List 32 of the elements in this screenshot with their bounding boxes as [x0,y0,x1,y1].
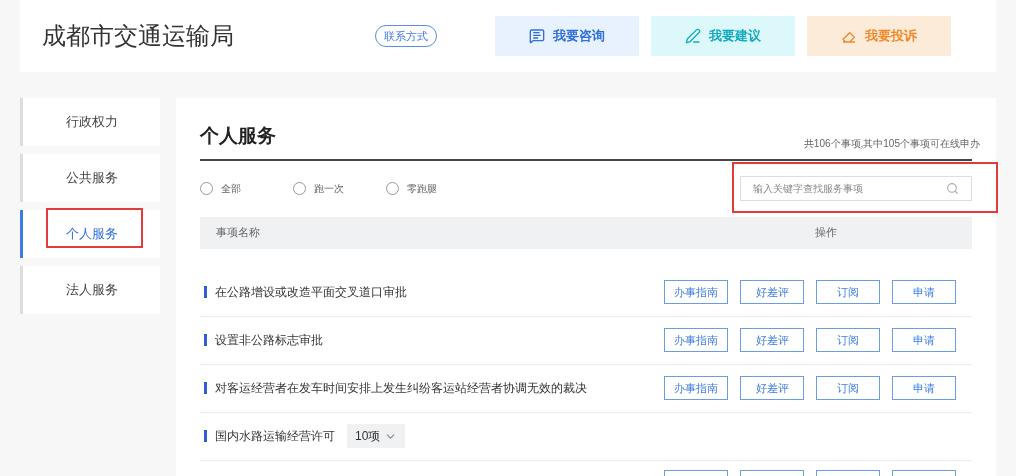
item-name[interactable]: 国内水路运输经营许可 [215,427,335,445]
radio-label: 零跑腿 [407,182,438,196]
radio-label: 全部 [221,182,242,196]
row-action-button[interactable]: 办事指南 [664,280,728,304]
row-action-button[interactable]: 申请 [892,280,956,304]
sidebar-item[interactable]: 法人服务 [20,266,160,314]
item-name[interactable]: 对客运经营者在发车时间安排上发生纠纷客运站经营者协调无效的裁决 [215,379,664,397]
row-action-button[interactable]: 订阅 [816,328,880,352]
item-name[interactable]: 在公路增设或改造平面交叉道口审批 [215,283,664,301]
count-toggle[interactable]: 10项 [347,424,406,448]
row-action-button[interactable]: 申请 [892,328,956,352]
header-action-button[interactable]: 我要建议 [651,16,795,56]
row-action-button[interactable]: 订阅 [816,376,880,400]
header-action-button[interactable]: 我要咨询 [495,16,639,56]
sidebar-item[interactable]: 行政权力 [20,98,160,146]
sidebar-item[interactable]: 个人服务 [20,210,160,258]
item-name[interactable]: 设置非公路标志审批 [215,331,664,349]
row-action-button[interactable]: 订阅 [816,280,880,304]
section-title: 个人服务 [200,124,276,148]
row-action-button[interactable]: 好差评 [740,280,804,304]
column-header: 操作 [815,225,837,241]
row-action-button[interactable]: 办事指南 [664,376,728,400]
column-header: 事项名称 [216,225,261,241]
search-field[interactable]: 输入关键字查找服务事项 [740,176,972,201]
sidebar-item[interactable]: 公共服务 [20,154,160,202]
summary-text: 共106个事项,其中105个事项可在线申办 [803,136,980,151]
row-action-button[interactable]: 好差评 [740,376,804,400]
radio-label: 跑一次 [314,182,345,196]
row-action-button[interactable]: 好差评 [740,328,804,352]
site-title: 成都市交通运输局 [42,21,235,51]
row-action-button[interactable]: 申请 [892,376,956,400]
row-action-button[interactable]: 办事指南 [664,328,728,352]
